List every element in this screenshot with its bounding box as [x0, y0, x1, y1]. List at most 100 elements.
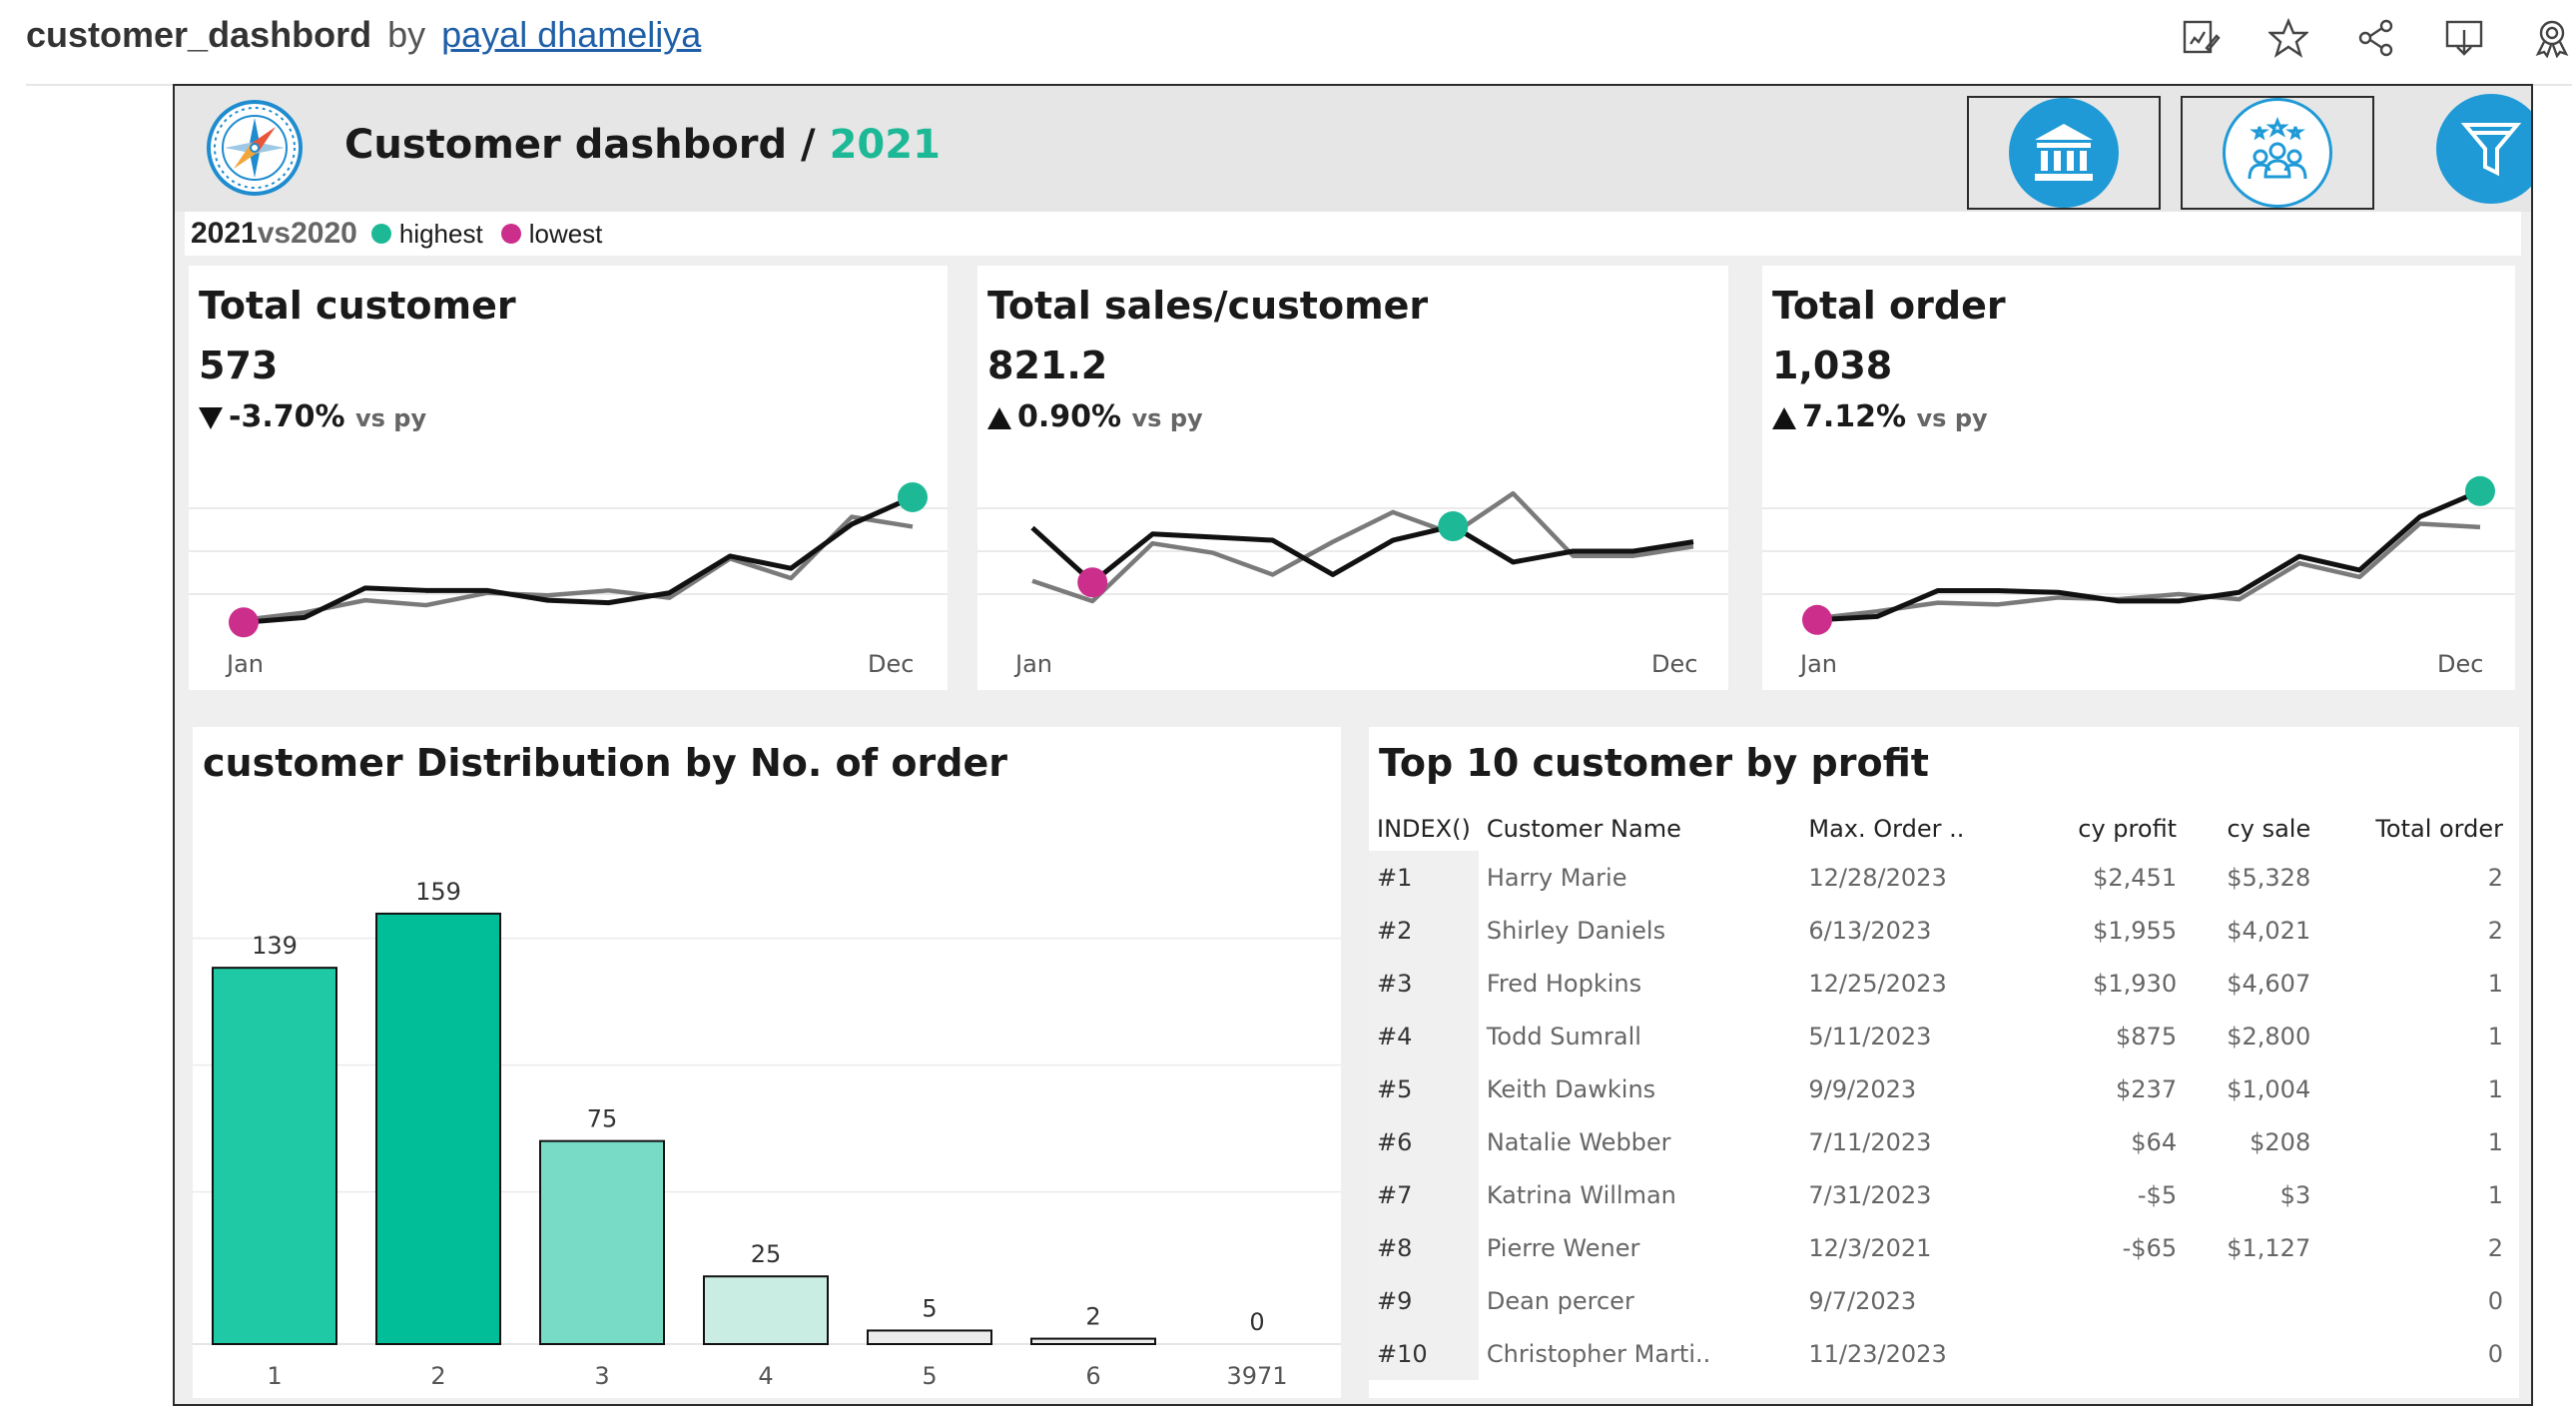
customer-name: Fred Hopkins — [1486, 969, 1642, 998]
cy-sale: $4,021 — [2227, 916, 2311, 945]
kpi-title: Total customer — [199, 284, 516, 328]
table-row[interactable]: #7 Katrina Willman 7/31/2023 -$5 $3 1 — [1369, 1168, 2511, 1221]
panel-title: customer Distribution by No. of order — [203, 741, 1007, 785]
kpi-vs-label: vs py — [1131, 404, 1203, 432]
max-order-date: 12/25/2023 — [1808, 969, 1947, 998]
title-separator: / — [801, 122, 816, 168]
series-line-previous — [243, 514, 914, 623]
kpi-value: 573 — [199, 344, 279, 387]
table-row[interactable]: #9 Dean percer 9/7/2023 0 — [1369, 1274, 2511, 1327]
column-header[interactable]: Max. Order .. — [1800, 807, 2031, 851]
nav-bank-button[interactable] — [1967, 96, 2161, 210]
kpi-change-value: -3.70% — [229, 399, 345, 434]
customer-name: Pierre Wener — [1486, 1233, 1640, 1262]
total-order: 2 — [2487, 916, 2503, 945]
share-icon[interactable] — [2352, 14, 2400, 62]
row-index: #1 — [1369, 851, 1479, 904]
kpi-title: Total sales/customer — [987, 284, 1429, 328]
max-order-date: 12/3/2021 — [1808, 1233, 1932, 1262]
bar-value-label: 2 — [1085, 1303, 1100, 1331]
table-row[interactable]: #5 Keith Dawkins 9/9/2023 $237 $1,004 1 — [1369, 1062, 2511, 1115]
filter-button[interactable] — [2436, 94, 2531, 204]
workbook-title: customer_dashbord by payal dhameliya — [26, 14, 701, 56]
x-start-label: Jan — [1015, 650, 1052, 678]
up-triangle-icon — [1772, 406, 1796, 429]
total-order: 1 — [2487, 1022, 2503, 1051]
bar — [703, 1275, 829, 1346]
highest-point — [898, 481, 928, 512]
lowest-point — [1077, 567, 1108, 598]
column-header[interactable]: Customer Name — [1479, 807, 1801, 851]
category-label: 2 — [430, 1362, 445, 1390]
row-index: #2 — [1369, 904, 1479, 957]
max-order-date: 7/31/2023 — [1808, 1180, 1932, 1209]
kpi-card-total-customer: Total customer 573 -3.70% vs py Jan Dec — [189, 266, 948, 690]
cy-sale: $5,328 — [2227, 863, 2311, 892]
table-row[interactable]: #8 Pierre Wener 12/3/2021 -$65 $1,127 2 — [1369, 1221, 2511, 1274]
customer-name: Todd Sumrall — [1486, 1022, 1641, 1051]
download-icon[interactable] — [2440, 14, 2488, 62]
kpi-change-value: 0.90% — [1017, 399, 1122, 434]
total-order: 1 — [2487, 969, 2503, 998]
highest-dot-icon — [370, 224, 391, 244]
bar — [375, 912, 501, 1346]
table-row[interactable]: #2 Shirley Daniels 6/13/2023 $1,955 $4,021 2 — [1369, 904, 2511, 957]
cy-sale: $208 — [2250, 1127, 2311, 1156]
max-order-date: 9/9/2023 — [1808, 1074, 1917, 1103]
bar — [867, 1329, 992, 1346]
x-end-label: Dec — [868, 650, 915, 678]
top10-table: INDEX() Customer Name Max. Order .. cy p… — [1369, 807, 2511, 1380]
table-row[interactable]: #3 Fred Hopkins 12/25/2023 $1,930 $4,607 1 — [1369, 957, 2511, 1010]
table-row[interactable]: #10 Christopher Marti.. 11/23/2023 0 — [1369, 1327, 2511, 1380]
legend-lowest-label: lowest — [528, 218, 603, 249]
kpi-value: 821.2 — [987, 344, 1108, 387]
kpi-card-total-order: Total order 1,038 7.12% vs py Jan Dec — [1762, 266, 2515, 690]
star-icon[interactable] — [2264, 14, 2312, 62]
lowest-point — [1802, 604, 1832, 635]
table-row[interactable]: #1 Harry Marie 12/28/2023 $2,451 $5,328 2 — [1369, 851, 2511, 904]
lowest-point — [229, 607, 259, 638]
x-start-label: Jan — [1800, 650, 1837, 678]
category-label: 1 — [267, 1362, 282, 1390]
column-header[interactable]: cy sale — [2185, 807, 2318, 851]
top10-customer-panel: Top 10 customer by profit INDEX() Custom… — [1369, 727, 2519, 1398]
bar-value-label: 75 — [587, 1105, 618, 1133]
bar — [1030, 1337, 1156, 1345]
edit-icon[interactable] — [2177, 14, 2225, 62]
column-header[interactable]: INDEX() — [1369, 807, 1479, 851]
total-order: 1 — [2487, 1127, 2503, 1156]
dashboard-header: Customer dashbord / 2021 — [175, 86, 2531, 212]
total-order: 2 — [2487, 863, 2503, 892]
dashboard-title-main: Customer dashbord — [344, 122, 788, 168]
kpi-change: -3.70% vs py — [199, 399, 426, 434]
kpi-card-sales-per-customer: Total sales/customer 821.2 0.90% vs py J… — [977, 266, 1728, 690]
cy-sale: $1,004 — [2227, 1074, 2311, 1103]
by-label: by — [387, 14, 426, 55]
column-header[interactable]: Total order — [2318, 807, 2511, 851]
x-end-label: Dec — [2437, 650, 2484, 678]
award-icon[interactable] — [2528, 14, 2576, 62]
customer-name: Natalie Webber — [1486, 1127, 1671, 1156]
series-line-previous — [1031, 490, 1694, 604]
column-header[interactable]: cy profit — [2031, 807, 2185, 851]
row-index: #3 — [1369, 957, 1479, 1010]
customer-name: Katrina Willman — [1486, 1180, 1676, 1209]
cy-sale: $2,800 — [2227, 1022, 2311, 1051]
sparkline-chart — [189, 481, 948, 638]
table-row[interactable]: #6 Natalie Webber 7/11/2023 $64 $208 1 — [1369, 1115, 2511, 1168]
cy-profit: $875 — [2116, 1022, 2178, 1051]
author-link[interactable]: payal dhameliya — [441, 14, 701, 55]
customer-name: Christopher Marti.. — [1486, 1339, 1711, 1368]
workbook-header: customer_dashbord by payal dhameliya — [0, 0, 2576, 86]
max-order-date: 7/11/2023 — [1808, 1127, 1932, 1156]
table-row[interactable]: #4 Todd Sumrall 5/11/2023 $875 $2,800 1 — [1369, 1010, 2511, 1062]
category-label: 3971 — [1226, 1362, 1287, 1390]
kpi-change: 0.90% vs py — [987, 399, 1203, 434]
row-index: #5 — [1369, 1062, 1479, 1115]
customer-name: Keith Dawkins — [1486, 1074, 1656, 1103]
nav-customers-button[interactable] — [2181, 96, 2374, 210]
max-order-date: 11/23/2023 — [1808, 1339, 1947, 1368]
highest-point — [2465, 475, 2495, 506]
row-index: #7 — [1369, 1168, 1479, 1221]
customers-icon — [2223, 98, 2332, 208]
